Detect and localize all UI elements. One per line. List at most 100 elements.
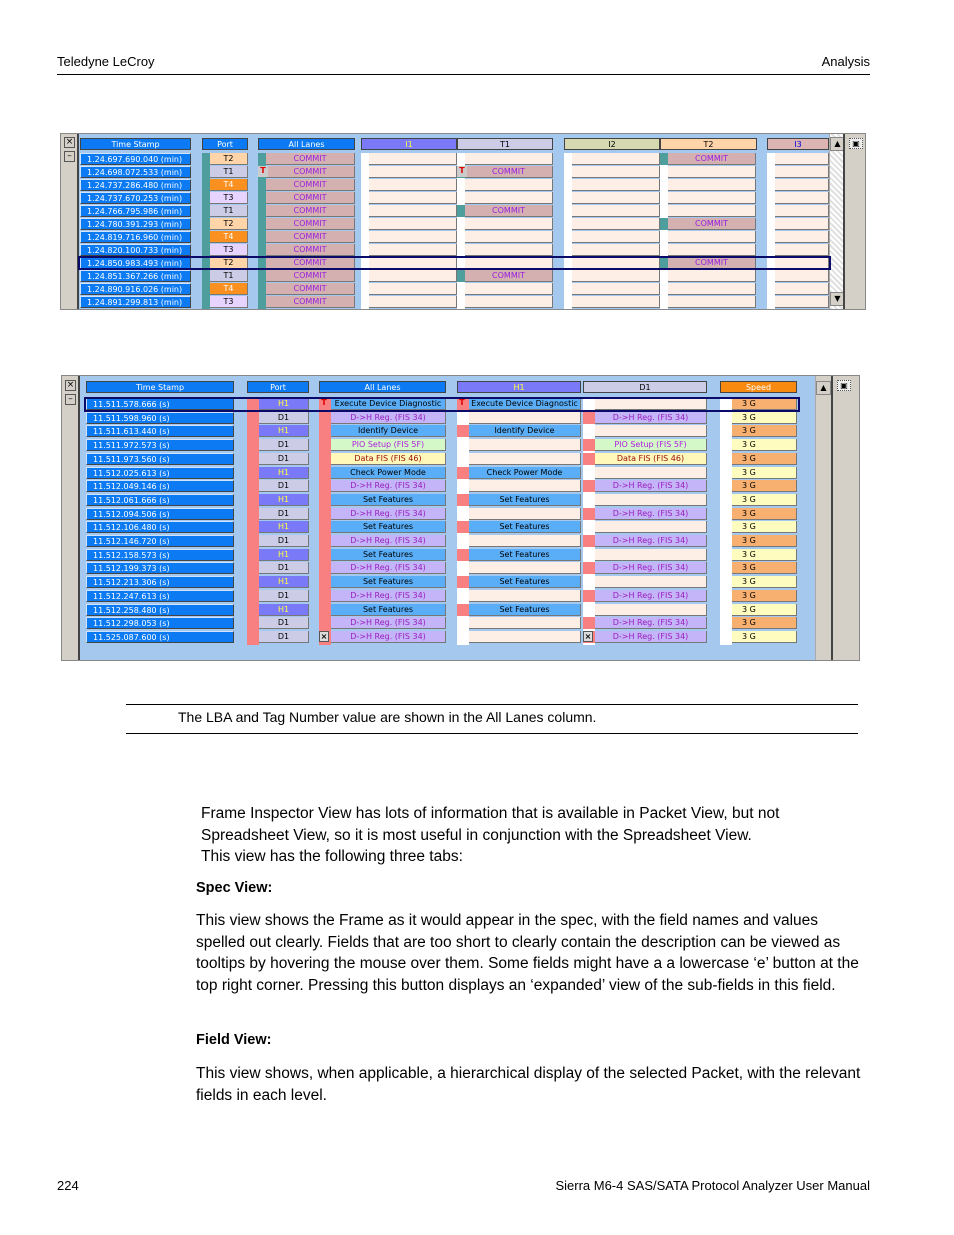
speed-cell[interactable]: 3 G	[732, 604, 797, 616]
lane-cell-empty[interactable]	[668, 166, 756, 178]
lane-cell-empty[interactable]	[775, 205, 829, 217]
d1-lane-cell[interactable]: D->H Reg. (FIS 34)	[595, 508, 707, 520]
h1-lane-cell-empty[interactable]	[469, 508, 581, 520]
scroll-up-arrow[interactable]: ▲	[816, 381, 831, 395]
speed-cell[interactable]: 3 G	[732, 439, 797, 451]
lane-cell-empty[interactable]	[465, 244, 553, 256]
minimize-view-button[interactable]: –	[65, 394, 76, 405]
all-lanes-cell[interactable]: Set Features	[331, 549, 446, 561]
col-header-i3[interactable]: I3	[767, 138, 829, 150]
lane-cell-empty[interactable]	[775, 231, 829, 243]
lane-cell-empty[interactable]	[465, 283, 553, 295]
d1-lane-cell[interactable]: Data FIS (FIS 46)	[595, 453, 707, 465]
lane-cell-empty[interactable]	[572, 179, 660, 191]
timestamp-cell[interactable]: 1.24.780.391.293 (min)	[80, 218, 191, 230]
port-cell[interactable]: T4	[210, 283, 248, 295]
port-cell[interactable]: D1	[259, 590, 309, 602]
all-lanes-cell[interactable]: COMMIT	[266, 296, 355, 308]
lane-cell-empty[interactable]	[775, 270, 829, 282]
port-cell[interactable]: T3	[210, 296, 248, 308]
lane-cell-empty[interactable]	[668, 270, 756, 282]
all-lanes-cell[interactable]: COMMIT	[266, 153, 355, 165]
all-lanes-cell[interactable]: COMMIT	[266, 205, 355, 217]
col-header-all-lanes[interactable]: All Lanes	[258, 138, 355, 150]
port-cell[interactable]: H1	[259, 604, 309, 616]
timestamp-cell[interactable]: 11.512.146.720 (s)	[86, 535, 234, 547]
h1-lane-cell-empty[interactable]	[469, 590, 581, 602]
speed-cell[interactable]: 3 G	[732, 590, 797, 602]
all-lanes-cell[interactable]: COMMIT	[266, 270, 355, 282]
all-lanes-cell[interactable]: COMMIT	[266, 283, 355, 295]
lane-cell-empty[interactable]	[369, 179, 457, 191]
speed-cell[interactable]: 3 G	[732, 480, 797, 492]
h1-lane-cell-empty[interactable]	[469, 439, 581, 451]
h1-lane-cell[interactable]: Set Features	[469, 494, 581, 506]
timestamp-cell[interactable]: 11.512.199.373 (s)	[86, 562, 234, 574]
lane-cell-empty[interactable]	[465, 153, 553, 165]
lane-cell-empty[interactable]	[465, 192, 553, 204]
lane-cell-empty[interactable]	[668, 179, 756, 191]
lane-cell-empty[interactable]	[465, 179, 553, 191]
port-cell[interactable]: T2	[210, 218, 248, 230]
col-header-time-stamp[interactable]: Time Stamp	[86, 381, 234, 393]
h1-lane-cell-empty[interactable]	[469, 412, 581, 424]
lane-cell-empty[interactable]	[668, 192, 756, 204]
timestamp-cell[interactable]: 11.512.247.613 (s)	[86, 590, 234, 602]
d1-lane-cell-empty[interactable]	[595, 604, 707, 616]
lane-cell-empty[interactable]	[369, 166, 457, 178]
all-lanes-cell[interactable]: D->H Reg. (FIS 34)	[331, 412, 446, 424]
lane-cell-empty[interactable]	[369, 283, 457, 295]
port-cell[interactable]: T1	[210, 166, 248, 178]
lane-cell-empty[interactable]	[572, 231, 660, 243]
lane-cell-empty[interactable]	[572, 153, 660, 165]
lane-cell-empty[interactable]	[369, 244, 457, 256]
all-lanes-cell[interactable]: Set Features	[331, 604, 446, 616]
all-lanes-cell[interactable]: D->H Reg. (FIS 34)	[331, 535, 446, 547]
all-lanes-cell[interactable]: COMMIT	[266, 218, 355, 230]
lane-cell-empty[interactable]	[572, 166, 660, 178]
h1-lane-cell[interactable]: Identify Device	[469, 425, 581, 437]
timestamp-cell[interactable]: 11.512.258.480 (s)	[86, 604, 234, 616]
d1-lane-cell-empty[interactable]	[595, 425, 707, 437]
port-cell[interactable]: T3	[210, 244, 248, 256]
timestamp-cell[interactable]: 1.24.851.367.266 (min)	[80, 270, 191, 282]
timestamp-cell[interactable]: 1.24.891.299.813 (min)	[80, 296, 191, 308]
port-cell[interactable]: D1	[259, 617, 309, 629]
all-lanes-cell[interactable]: COMMIT	[266, 192, 355, 204]
port-cell[interactable]: H1	[259, 576, 309, 588]
speed-cell[interactable]: 3 G	[732, 467, 797, 479]
lane-cell-empty[interactable]	[775, 244, 829, 256]
port-cell[interactable]: D1	[259, 535, 309, 547]
d1-lane-cell[interactable]: D->H Reg. (FIS 34)	[595, 617, 707, 629]
col-header-port[interactable]: Port	[202, 138, 248, 150]
d1-lane-cell[interactable]: D->H Reg. (FIS 34)	[595, 412, 707, 424]
lane-cell-empty[interactable]	[668, 244, 756, 256]
close-view-button[interactable]: ×	[65, 380, 76, 391]
lane-cell-empty[interactable]	[572, 270, 660, 282]
all-lanes-cell[interactable]: Check Power Mode	[331, 467, 446, 479]
lane-cell[interactable]: COMMIT	[465, 166, 553, 178]
all-lanes-cell[interactable]: D->H Reg. (FIS 34)	[331, 508, 446, 520]
lane-cell-empty[interactable]	[465, 218, 553, 230]
lane-cell[interactable]: COMMIT	[465, 205, 553, 217]
all-lanes-cell[interactable]: COMMIT	[266, 179, 355, 191]
timestamp-cell[interactable]: 11.512.025.613 (s)	[86, 467, 234, 479]
all-lanes-cell[interactable]: COMMIT	[266, 231, 355, 243]
h1-lane-cell-empty[interactable]	[469, 535, 581, 547]
lane-cell-empty[interactable]	[775, 179, 829, 191]
d1-lane-cell-empty[interactable]	[595, 494, 707, 506]
port-cell[interactable]: T2	[210, 153, 248, 165]
timestamp-cell[interactable]: 1.24.819.716.960 (min)	[80, 231, 191, 243]
timestamp-cell[interactable]: 11.512.213.306 (s)	[86, 576, 234, 588]
timestamp-cell[interactable]: 11.512.094.506 (s)	[86, 508, 234, 520]
lane-cell-empty[interactable]	[369, 218, 457, 230]
lane-cell-empty[interactable]	[465, 296, 553, 308]
d1-lane-cell-empty[interactable]	[595, 521, 707, 533]
lane-cell-empty[interactable]	[775, 218, 829, 230]
speed-cell[interactable]: 3 G	[732, 453, 797, 465]
col-header-time-stamp[interactable]: Time Stamp	[80, 138, 191, 150]
lane-cell-empty[interactable]	[572, 296, 660, 308]
lane-cell-empty[interactable]	[369, 205, 457, 217]
d1-lane-cell[interactable]: D->H Reg. (FIS 34)	[595, 535, 707, 547]
timestamp-cell[interactable]: 1.24.737.286.480 (min)	[80, 179, 191, 191]
